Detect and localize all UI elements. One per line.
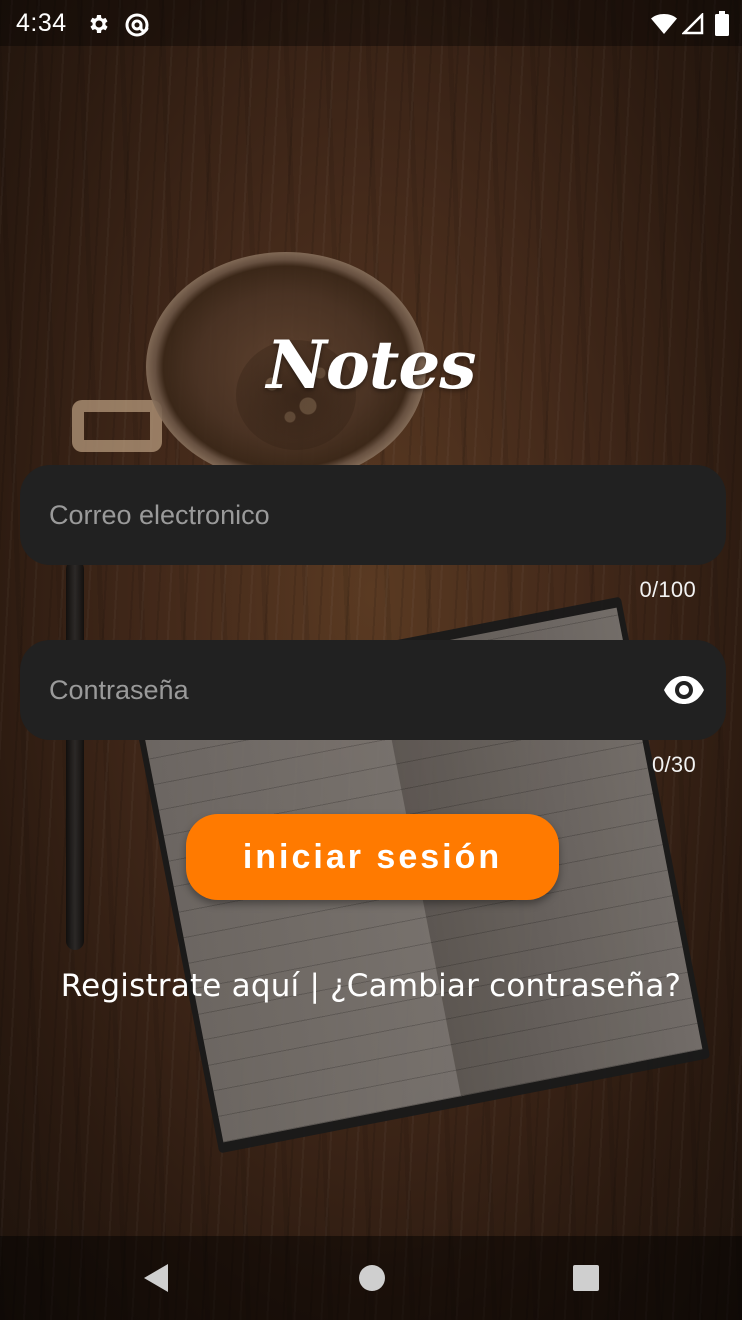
- recents-icon[interactable]: [566, 1258, 606, 1298]
- login-screen: 4:34 Notes 0/100 0/30: [0, 0, 742, 1320]
- pen-decoration: [66, 560, 84, 950]
- status-time: 4:34: [16, 9, 67, 37]
- cell-signal-icon: [680, 11, 704, 39]
- email-field-container: [20, 465, 726, 565]
- change-password-link[interactable]: ¿Cambiar contraseña?: [330, 968, 681, 1004]
- email-char-counter: 0/100: [639, 577, 696, 602]
- app-logo: Notes: [266, 326, 477, 404]
- eye-icon[interactable]: [662, 670, 706, 710]
- wifi-icon: [651, 13, 677, 39]
- password-field-container: [20, 640, 726, 740]
- links-separator: |: [309, 968, 331, 1004]
- password-char-counter: 0/30: [651, 752, 696, 777]
- home-icon[interactable]: [352, 1258, 392, 1298]
- auth-links: Registrate aquí | ¿Cambiar contraseña?: [0, 968, 742, 1004]
- register-link[interactable]: Registrate aquí: [61, 968, 300, 1004]
- status-bar: 4:34: [0, 0, 742, 46]
- battery-icon: [714, 11, 730, 41]
- back-icon[interactable]: [136, 1258, 176, 1298]
- email-input[interactable]: [49, 465, 649, 565]
- settings-gear-icon: [86, 12, 110, 40]
- password-input[interactable]: [49, 640, 649, 740]
- at-sign-notification-icon: [124, 12, 150, 42]
- login-button[interactable]: iniciar sesión: [186, 814, 559, 900]
- coffee-cup-handle-decoration: [72, 400, 162, 452]
- navigation-bar: [0, 1236, 742, 1320]
